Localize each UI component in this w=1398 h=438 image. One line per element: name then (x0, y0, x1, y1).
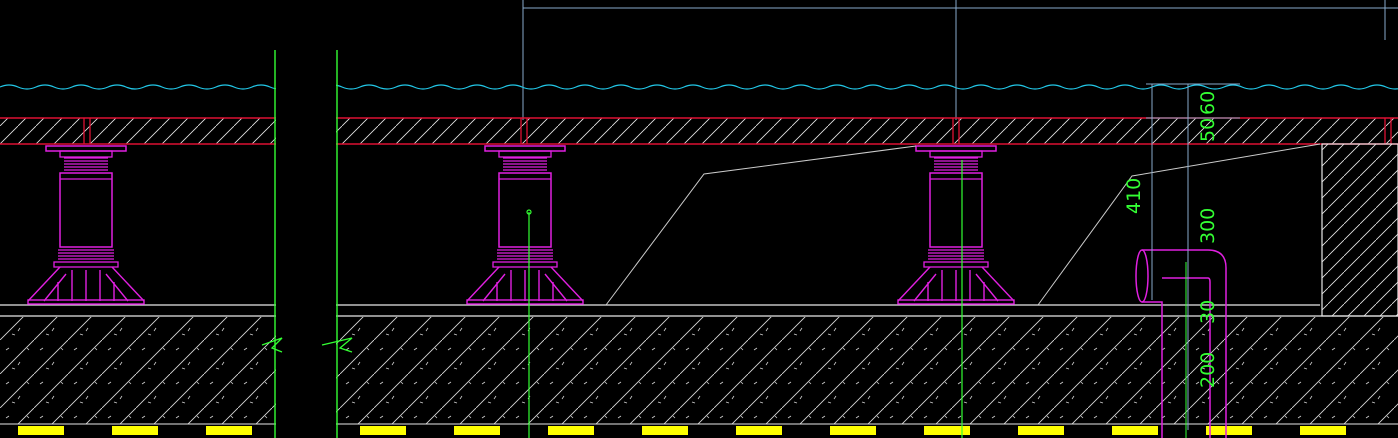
dim-300: 300 (1197, 208, 1219, 244)
dim-200: 200 (1197, 352, 1219, 388)
top-dimension-line (522, 0, 1398, 120)
dim-60: 60 (1197, 91, 1219, 115)
pedestal-support-1 (27, 145, 145, 305)
dim-50: 50 (1197, 118, 1219, 142)
pedestal-support-3 (897, 145, 1015, 305)
pedestal-support-2 (466, 145, 584, 305)
dim-30: 30 (1197, 300, 1219, 324)
side-wall (1321, 143, 1398, 317)
dim-410: 410 (1123, 178, 1145, 214)
cad-drawing-canvas: 60 50 410 300 30 200 (0, 0, 1398, 438)
